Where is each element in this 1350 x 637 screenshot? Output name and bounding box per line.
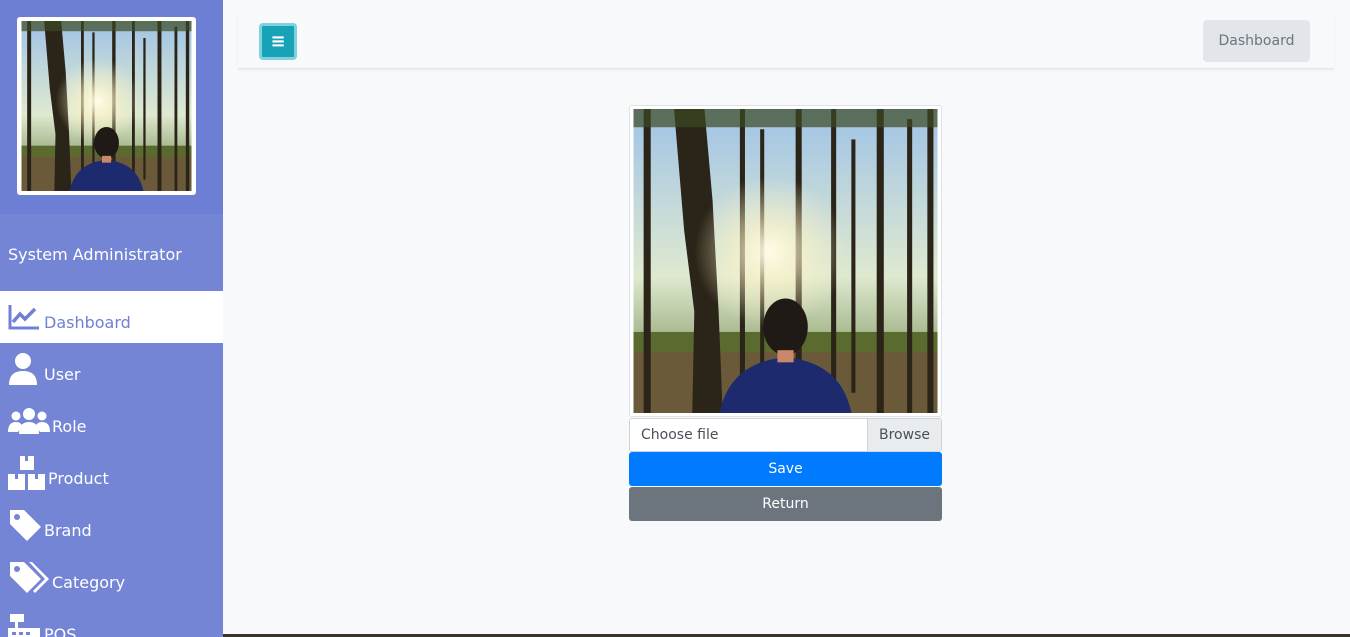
sidebar-item-label: Dashboard (44, 312, 131, 332)
sidebar-profile (0, 0, 223, 214)
sidebar-item-label: Brand (44, 520, 92, 540)
file-upload-input[interactable]: Choose file Browse (629, 418, 942, 452)
sidebar-item-label: POS (44, 624, 77, 637)
sidebar-item-pos[interactable]: POS (0, 603, 223, 637)
cash-register-icon (8, 612, 44, 637)
sidebar-item-product[interactable]: Product (0, 447, 223, 499)
boxes-icon (8, 456, 48, 490)
tag-icon (8, 508, 44, 542)
save-button[interactable]: Save (629, 452, 942, 486)
tags-icon (8, 560, 52, 594)
file-input-placeholder: Choose file (641, 427, 719, 443)
sidebar-item-role[interactable]: Role (0, 395, 223, 447)
sidebar-item-brand[interactable]: Brand (0, 499, 223, 551)
sidebar-user-name: System Administrator (8, 245, 182, 264)
sidebar-item-dashboard[interactable]: Dashboard (0, 291, 223, 343)
browse-button[interactable]: Browse (867, 419, 941, 451)
sidebar-toggle-button[interactable]: ≡ (259, 23, 297, 60)
sidebar-item-label: Product (48, 468, 109, 488)
dashboard-button[interactable]: Dashboard (1203, 20, 1310, 62)
chart-line-icon (8, 300, 44, 334)
sidebar-item-user[interactable]: User (0, 343, 223, 395)
sidebar-item-label: Role (52, 416, 87, 436)
menu-icon: ≡ (270, 30, 286, 52)
top-navbar: ≡ Dashboard (238, 12, 1334, 69)
user-icon (8, 352, 44, 386)
return-button[interactable]: Return (629, 487, 942, 521)
sidebar-item-label: Category (52, 572, 126, 592)
sidebar: System Administrator Dashboard User Role… (0, 0, 223, 637)
avatar (17, 17, 196, 195)
users-icon (8, 404, 52, 438)
sidebar-item-category[interactable]: Category (0, 551, 223, 603)
sidebar-nav: Dashboard User Role Product Brand Catego… (0, 291, 223, 637)
sidebar-item-label: User (44, 364, 81, 384)
profile-photo-preview (629, 105, 942, 417)
